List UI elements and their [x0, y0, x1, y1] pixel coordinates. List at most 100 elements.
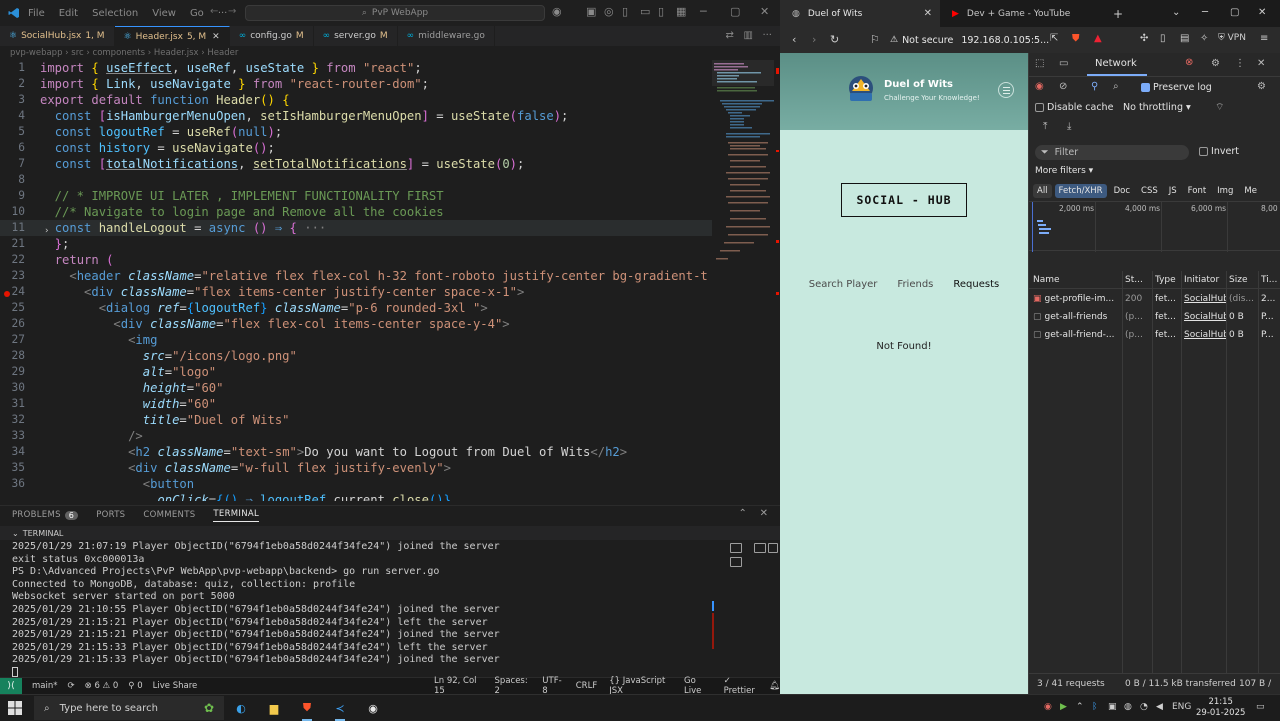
- more-filters-dropdown[interactable]: More filters ▾: [1035, 166, 1093, 176]
- breadcrumb-item[interactable]: Header: [207, 48, 238, 58]
- record-icon[interactable]: ◉: [1035, 81, 1044, 92]
- nav-forward-icon[interactable]: →: [228, 6, 236, 17]
- menu-icon[interactable]: ≡: [1260, 33, 1268, 44]
- request-row[interactable]: ▢ get-all-friends (p... fet... SocialHub …: [1029, 309, 1280, 326]
- throttling-select[interactable]: No throttling ▾: [1123, 102, 1191, 113]
- tray-chevron-icon[interactable]: ⌃: [1076, 702, 1084, 712]
- menu-more-icon[interactable]: ···: [218, 8, 228, 19]
- maximize-icon[interactable]: ▢: [730, 5, 740, 18]
- indentation[interactable]: Spaces: 2: [495, 676, 531, 696]
- minimap[interactable]: [712, 60, 774, 280]
- download-icon[interactable]: ⤓: [1067, 121, 1071, 132]
- code-editor[interactable]: 1 import { useEffect, useRef, useState } …: [0, 60, 712, 501]
- terminal-instance-icon[interactable]: [754, 543, 766, 553]
- tab-network[interactable]: Network: [1095, 58, 1137, 69]
- sync-icon[interactable]: ⟳: [68, 681, 75, 691]
- wifi-icon[interactable]: ⌔: [1215, 101, 1224, 114]
- network-settings-icon[interactable]: ⚙: [1257, 81, 1266, 92]
- filter-input[interactable]: ⏷ Filter: [1035, 145, 1189, 160]
- file-explorer-icon[interactable]: ▆: [265, 699, 283, 717]
- menu-file[interactable]: File: [28, 8, 45, 19]
- obs-icon[interactable]: ◉: [364, 699, 382, 717]
- menu-go[interactable]: Go: [190, 8, 204, 19]
- encoding[interactable]: UTF-8: [542, 676, 563, 696]
- col-status[interactable]: St...: [1125, 275, 1149, 285]
- tray-app3-icon[interactable]: ◍: [1124, 702, 1132, 712]
- tab-close-icon[interactable]: ✕: [212, 32, 220, 42]
- device-toolbar-icon[interactable]: ▭: [1059, 58, 1068, 69]
- search-icon[interactable]: ⌕: [1113, 81, 1119, 92]
- issues-icon[interactable]: ⊗: [1185, 57, 1193, 68]
- upload-icon[interactable]: ⤒: [1043, 121, 1047, 132]
- filter-img[interactable]: Img: [1213, 184, 1237, 198]
- col-size[interactable]: Size: [1229, 275, 1255, 285]
- close-devtools-icon[interactable]: ✕: [1257, 58, 1265, 69]
- col-type[interactable]: Type: [1155, 275, 1181, 285]
- notifications-icon[interactable]: 🔔︎: [769, 681, 780, 691]
- forward-icon[interactable]: ›: [812, 33, 816, 46]
- close-icon[interactable]: ✕: [1258, 7, 1266, 18]
- col-initiator[interactable]: Initiator: [1184, 275, 1226, 285]
- tab-config[interactable]: ∞ config.go M: [230, 26, 314, 46]
- clear-icon[interactable]: ⊘: [1059, 81, 1067, 92]
- request-row[interactable]: ▢ get-all-friend-... (p... fet... SocialH…: [1029, 327, 1280, 344]
- close-icon[interactable]: ✕: [760, 5, 769, 18]
- cursor-position[interactable]: Ln 92, Col 15: [434, 676, 483, 696]
- tab-problems[interactable]: PROBLEMS 6: [12, 510, 79, 520]
- browser-tab-youtube[interactable]: ▶ Dev + Game - YouTube: [940, 0, 1100, 27]
- filter-doc[interactable]: Doc: [1110, 184, 1134, 198]
- accounts-icon[interactable]: ◎: [604, 5, 614, 18]
- tab-ports[interactable]: PORTS: [96, 510, 125, 520]
- maximize-panel-icon[interactable]: ⌃: [739, 508, 747, 519]
- language-mode[interactable]: {} JavaScript JSX: [609, 676, 672, 696]
- taskbar-search[interactable]: ⌕ Type here to search ✿: [34, 696, 224, 720]
- line-ending[interactable]: CRLF: [576, 681, 597, 691]
- menu-selection[interactable]: Selection: [92, 8, 138, 19]
- disable-cache-checkbox[interactable]: Disable cache: [1035, 102, 1113, 113]
- site-logo[interactable]: [844, 73, 878, 107]
- tab-middleware[interactable]: ∞ middleware.go: [398, 26, 495, 46]
- toggle-panel-icon[interactable]: ▭: [640, 5, 650, 18]
- maximize-icon[interactable]: ▢: [1230, 7, 1239, 18]
- git-branch[interactable]: main*: [32, 681, 58, 691]
- breadcrumb-item[interactable]: src: [71, 48, 83, 58]
- tray-volume-icon[interactable]: ◀: [1156, 702, 1163, 712]
- preserve-log-checkbox[interactable]: Preserve log: [1141, 82, 1212, 93]
- terminal-instance-icon[interactable]: [768, 543, 778, 553]
- toggle-sidebar-icon[interactable]: ▯: [622, 5, 628, 18]
- invert-checkbox[interactable]: Invert: [1199, 146, 1239, 157]
- edge-icon[interactable]: ◐: [232, 699, 250, 717]
- filter-font[interactable]: Font: [1184, 184, 1211, 198]
- minimize-icon[interactable]: ─: [700, 5, 707, 18]
- more-actions-icon[interactable]: ···: [762, 30, 772, 41]
- tab-terminal[interactable]: TERMINAL: [213, 509, 260, 522]
- back-icon[interactable]: ‹: [792, 33, 796, 46]
- vscode-icon[interactable]: ≺: [331, 699, 349, 721]
- windows-start-icon[interactable]: [8, 701, 22, 715]
- filter-css[interactable]: CSS: [1137, 184, 1162, 198]
- vpn-button[interactable]: ⛨ VPN: [1218, 33, 1246, 43]
- terminal-instance-icon[interactable]: [730, 557, 742, 567]
- filter-js[interactable]: JS: [1165, 184, 1181, 198]
- toggle-secondary-icon[interactable]: ▯: [658, 5, 664, 18]
- tab-server[interactable]: ∞ server.go M: [314, 26, 398, 46]
- col-name[interactable]: Name: [1033, 275, 1117, 285]
- brave-icon[interactable]: ⛊: [298, 699, 316, 721]
- filter-media[interactable]: Me: [1240, 184, 1261, 198]
- brave-rewards-icon[interactable]: ▲: [1094, 33, 1102, 44]
- sidebar-icon[interactable]: ▯: [1160, 33, 1166, 44]
- more-icon[interactable]: ⋮: [1235, 58, 1245, 69]
- bookmark-icon[interactable]: ⚐: [870, 33, 880, 46]
- taskbar-clock[interactable]: 21:15 29-01-2025: [1196, 697, 1245, 719]
- col-time[interactable]: Ti...: [1261, 275, 1280, 285]
- network-timeline[interactable]: 2,000 ms 4,000 ms 6,000 ms 8,00: [1029, 201, 1280, 252]
- tray-language[interactable]: ENG: [1172, 702, 1191, 712]
- new-tab-icon[interactable]: +: [1113, 7, 1123, 21]
- close-panel-icon[interactable]: ✕: [760, 508, 768, 519]
- filter-all[interactable]: All: [1033, 184, 1052, 198]
- prettier[interactable]: ✓ Prettier: [724, 676, 760, 696]
- brave-shield-icon[interactable]: ⛊: [1072, 33, 1080, 44]
- go-live[interactable]: Go Live: [684, 676, 712, 696]
- copilot-icon[interactable]: ◉: [552, 5, 562, 18]
- filter-fetch-xhr[interactable]: Fetch/XHR: [1054, 184, 1107, 198]
